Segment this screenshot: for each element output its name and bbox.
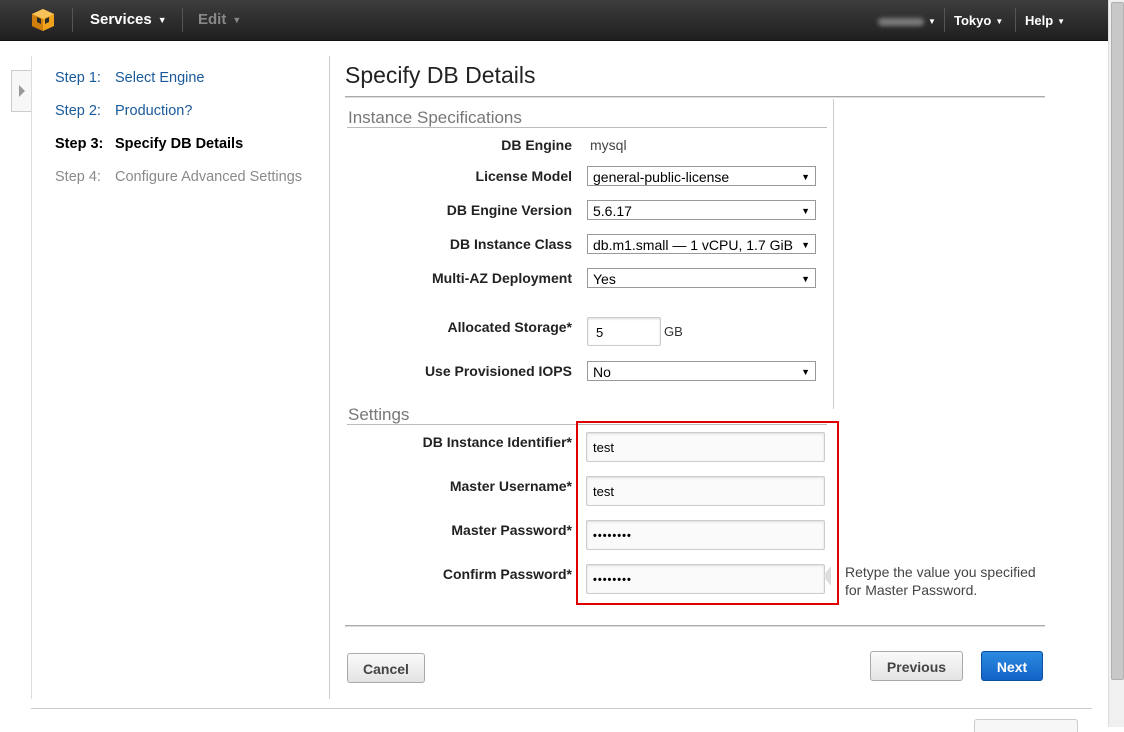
services-menu-label: Services <box>90 11 152 28</box>
aws-cube-logo-icon[interactable] <box>31 8 55 32</box>
account-name-redacted <box>878 17 924 26</box>
dropdown-arrow-icon: ▼ <box>801 206 810 216</box>
step-label: Specify DB Details <box>115 136 244 152</box>
vertical-scrollbar[interactable] <box>1108 0 1124 727</box>
allocated-storage-input[interactable]: 5 <box>587 317 661 346</box>
step-label: Configure Advanced Settings <box>115 169 303 185</box>
page-bottom-rule <box>31 708 1092 709</box>
wizard-step-1[interactable]: Step 1: Select Engine <box>55 70 204 86</box>
provisioned-iops-label: Use Provisioned IOPS <box>424 363 572 379</box>
chevron-down-icon: ▼ <box>157 15 167 25</box>
previous-button[interactable]: Previous <box>870 651 963 681</box>
instance-class-label: DB Instance Class <box>449 236 572 252</box>
allocated-storage-label: Allocated Storage* <box>447 319 572 335</box>
region-menu-label: Tokyo <box>954 13 992 28</box>
page-title: Specify DB Details <box>345 62 536 88</box>
nav-divider <box>72 8 73 32</box>
license-model-selected: general-public-license <box>593 169 730 185</box>
engine-version-select[interactable]: 5.6.17 ▼ <box>587 200 816 220</box>
license-model-label: License Model <box>475 168 572 184</box>
db-instance-identifier-label: DB Instance Identifier* <box>422 434 572 450</box>
footer-tab[interactable] <box>974 719 1078 732</box>
dropdown-arrow-icon: ▼ <box>801 240 810 250</box>
sidebar-toggle[interactable] <box>11 70 32 112</box>
instance-class-selected: db.m1.small — 1 vCPU, 1.7 GiB <box>593 237 793 253</box>
wizard-step-4: Step 4: Configure Advanced Settings <box>55 169 302 185</box>
master-username-input[interactable]: test <box>586 476 825 506</box>
db-engine-value: mysql <box>590 137 627 153</box>
edit-menu[interactable]: Edit ▼ <box>198 0 241 40</box>
instance-class-select[interactable]: db.m1.small — 1 vCPU, 1.7 GiB ▼ <box>587 234 816 254</box>
wizard-step-3-current: Step 3: Specify DB Details <box>55 136 243 152</box>
sidebar-border <box>31 56 32 699</box>
engine-version-selected: 5.6.17 <box>593 203 632 219</box>
help-menu[interactable]: Help ▼ <box>1025 0 1065 40</box>
chevron-down-icon: ▼ <box>232 15 242 25</box>
step-number: Step 2: <box>55 103 101 119</box>
footer-divider <box>345 625 1045 627</box>
form-column-divider <box>833 99 834 409</box>
step-number: Step 3: <box>55 136 104 152</box>
dropdown-arrow-icon: ▼ <box>801 172 810 182</box>
confirm-password-label: Confirm Password* <box>442 566 572 582</box>
region-menu[interactable]: Tokyo ▼ <box>954 0 1003 40</box>
section-rule <box>347 127 827 128</box>
provisioned-iops-selected: No <box>593 364 611 380</box>
settings-heading: Settings <box>348 405 410 424</box>
next-button[interactable]: Next <box>981 651 1043 681</box>
chevron-down-icon: ▼ <box>1057 17 1066 26</box>
storage-unit: GB <box>664 324 683 339</box>
chevron-down-icon: ▼ <box>995 17 1004 26</box>
title-divider <box>345 96 1045 98</box>
master-username-label: Master Username* <box>449 478 572 494</box>
confirm-password-input[interactable]: •••••••• <box>586 564 825 594</box>
step-label: Select Engine <box>115 70 205 86</box>
license-model-select[interactable]: general-public-license ▼ <box>587 166 816 186</box>
db-engine-label: DB Engine <box>501 137 572 153</box>
nav-divider <box>1015 8 1016 32</box>
step-number: Step 4: <box>55 169 101 185</box>
step-label: Production? <box>115 103 193 119</box>
help-menu-label: Help <box>1025 13 1054 28</box>
step-number: Step 1: <box>55 70 101 86</box>
nav-divider <box>944 8 945 32</box>
edit-menu-label: Edit <box>198 11 227 28</box>
engine-version-label: DB Engine Version <box>446 202 572 218</box>
top-navigation-bar: Services ▼ Edit ▼ ▼ Tokyo ▼ Help ▼ <box>0 0 1108 41</box>
scrollbar-thumb[interactable] <box>1111 2 1124 680</box>
master-password-input[interactable]: •••••••• <box>586 520 825 550</box>
multi-az-selected: Yes <box>593 271 616 287</box>
content-divider <box>329 56 330 699</box>
services-menu[interactable]: Services ▼ <box>90 0 167 40</box>
dropdown-arrow-icon: ▼ <box>801 367 810 377</box>
multi-az-select[interactable]: Yes ▼ <box>587 268 816 288</box>
provisioned-iops-select[interactable]: No ▼ <box>587 361 816 381</box>
dropdown-arrow-icon: ▼ <box>801 274 810 284</box>
wizard-step-2[interactable]: Step 2: Production? <box>55 103 192 119</box>
account-menu[interactable]: ▼ <box>878 0 936 40</box>
multi-az-label: Multi-AZ Deployment <box>432 270 572 286</box>
db-instance-identifier-input[interactable]: test <box>586 432 825 462</box>
master-password-label: Master Password* <box>451 522 572 538</box>
instance-specifications-heading: Instance Specifications <box>348 108 522 127</box>
confirm-password-hint: Retype the value you specified for Maste… <box>845 564 1036 598</box>
chevron-down-icon: ▼ <box>928 17 936 26</box>
expand-arrow-icon <box>19 85 25 97</box>
cancel-button[interactable]: Cancel <box>347 653 425 683</box>
hint-pointer <box>823 566 831 586</box>
nav-divider <box>182 8 183 32</box>
